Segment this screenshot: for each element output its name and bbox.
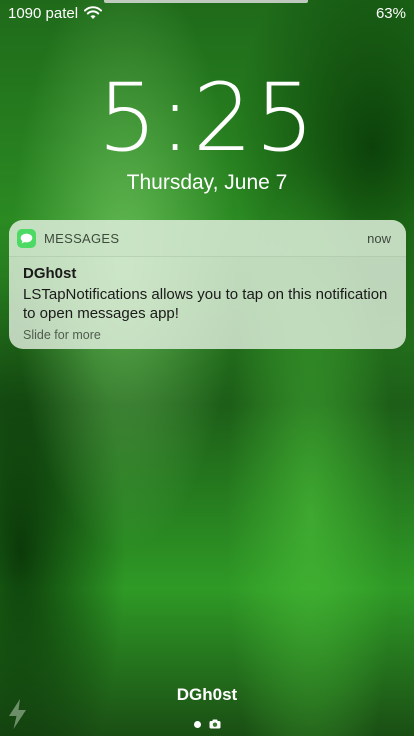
wifi-icon: [84, 6, 103, 19]
lock-screen-date: Thursday, June 7: [126, 171, 288, 194]
page-dot-active: [193, 720, 201, 728]
messages-icon: [17, 228, 36, 248]
notification-action-hint: Slide for more: [23, 328, 101, 342]
carrier-group: 1090 patel: [8, 4, 103, 22]
notification-sender: DGh0st: [23, 265, 77, 282]
battery-percentage: 63%: [375, 4, 406, 22]
camera-icon[interactable]: [209, 719, 221, 729]
owner-name: DGh0st: [176, 685, 238, 704]
notification-app-name: MESSAGES: [44, 230, 120, 246]
notification-body: DGh0st LSTapNotifications allows you to …: [9, 257, 406, 342]
notification-message: LSTapNotifications allows you to tap on …: [23, 286, 388, 322]
status-bar: 1090 patel 63%: [0, 0, 414, 26]
notification-header: MESSAGES now: [9, 220, 406, 257]
notification-time: now: [367, 230, 391, 246]
notification-app-info: MESSAGES: [17, 228, 120, 248]
lock-screen-clock: 5:25: [97, 64, 317, 173]
message-notification[interactable]: MESSAGES now DGh0st LSTapNotifications a…: [9, 220, 406, 349]
page-indicator: [0, 719, 414, 729]
carrier-name: 1090 patel: [8, 4, 79, 22]
